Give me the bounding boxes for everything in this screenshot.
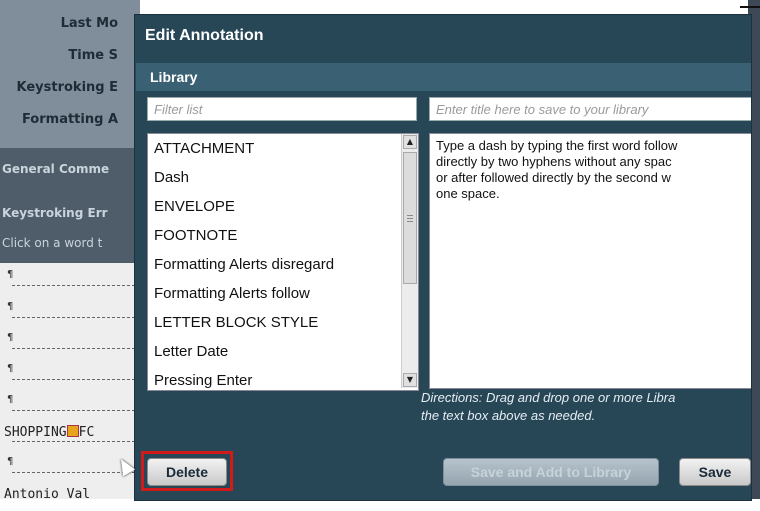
list-item[interactable]: ENVELOPE xyxy=(154,198,404,215)
pilcrow-mark: ¶ xyxy=(7,301,14,312)
keystroking-errors-heading: Keystroking Err xyxy=(2,206,108,220)
library-list[interactable]: ATTACHMENT Dash ENVELOPE FOOTNOTE Format… xyxy=(147,133,419,391)
divider xyxy=(740,6,760,8)
pilcrow-mark: ¶ xyxy=(7,269,14,280)
list-item[interactable]: Dash xyxy=(154,169,404,186)
annotation-line: or after followed directly by the second… xyxy=(436,170,671,185)
filter-list-input[interactable] xyxy=(147,97,417,121)
general-comments-heading: General Comme xyxy=(2,162,110,176)
delete-highlight-box xyxy=(141,451,233,491)
annotation-line: directly by two hyphens without any spac xyxy=(436,154,672,169)
doc-line[interactable]: ¶ xyxy=(0,263,140,293)
annotation-line: Type a dash by typing the first word fol… xyxy=(436,138,678,153)
name-text: Antonio Val xyxy=(4,487,91,502)
click-hint-text: Click on a word t xyxy=(2,236,103,250)
pilcrow-mark: ¶ xyxy=(7,332,14,343)
doc-line[interactable]: ¶ xyxy=(0,388,140,418)
shopping-text: SHOPPING FC xyxy=(4,425,95,440)
doc-line[interactable]: ¶ xyxy=(0,326,140,356)
list-item[interactable]: FOOTNOTE xyxy=(154,227,404,244)
doc-line[interactable]: Antonio Val xyxy=(0,481,140,511)
save-button[interactable]: Save xyxy=(679,458,751,486)
annotation-line: one space. xyxy=(436,186,500,201)
list-item[interactable]: ATTACHMENT xyxy=(154,140,404,157)
list-item[interactable]: Letter Date xyxy=(154,343,404,360)
pilcrow-mark: ¶ xyxy=(7,394,14,405)
doc-line[interactable]: ¶ xyxy=(0,295,140,325)
scroll-up-arrow-icon[interactable]: ▲ xyxy=(403,135,417,149)
dialog-title: Edit Annotation xyxy=(145,27,264,44)
list-scrollbar[interactable]: ▲ ▼ xyxy=(401,134,418,388)
scrollbar-thumb[interactable] xyxy=(403,152,417,284)
doc-line[interactable]: SHOPPING FC xyxy=(0,419,140,449)
directions-text: Directions: Drag and drop one or more Li… xyxy=(421,390,676,423)
list-item[interactable]: Formatting Alerts follow xyxy=(154,285,404,302)
library-header: Library xyxy=(136,63,751,91)
scroll-down-arrow-icon[interactable]: ▼ xyxy=(403,373,417,387)
annotation-marker-icon[interactable] xyxy=(66,425,79,437)
edit-annotation-dialog: Edit Annotation Library ATTACHMENT Dash … xyxy=(134,14,752,501)
list-item[interactable]: LETTER BLOCK STYLE xyxy=(154,314,404,331)
doc-line[interactable]: ¶ xyxy=(0,357,140,387)
time-label: Time S xyxy=(68,48,118,63)
list-item[interactable]: Pressing Enter xyxy=(154,372,404,389)
last-modified-label: Last Mo xyxy=(60,16,118,31)
library-title-input[interactable] xyxy=(429,97,751,121)
library-title: Library xyxy=(150,69,198,85)
pilcrow-mark: ¶ xyxy=(7,456,14,467)
pilcrow-mark: ¶ xyxy=(7,363,14,374)
save-and-add-to-library-button[interactable]: Save and Add to Library xyxy=(443,458,659,486)
formatting-label: Formatting A xyxy=(21,112,118,127)
keystroking-label: Keystroking E xyxy=(16,80,119,95)
annotation-text-area[interactable]: Type a dash by typing the first word fol… xyxy=(429,133,751,389)
list-item[interactable]: Formatting Alerts disregard xyxy=(154,256,404,273)
